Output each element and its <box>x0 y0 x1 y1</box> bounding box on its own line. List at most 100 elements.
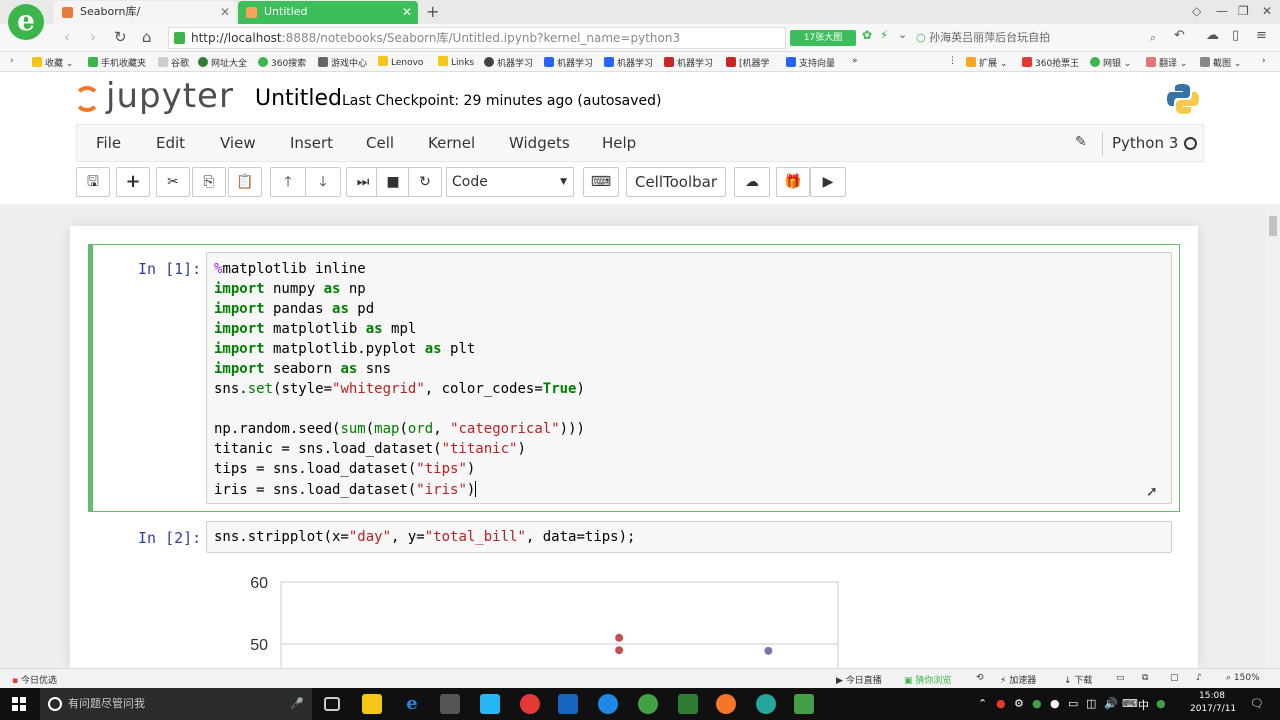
phone-icon[interactable]: ▯ <box>1232 28 1239 43</box>
search-icon[interactable]: ⌕ <box>1150 28 1156 48</box>
interrupt-kernel-button[interactable]: ■ <box>376 167 410 197</box>
store-icon[interactable] <box>440 694 460 714</box>
bookmark-item[interactable]: 收藏 ⌄ <box>32 56 73 69</box>
move-cell-up-button[interactable]: 🡑 <box>270 167 306 197</box>
notifications-icon[interactable]: 🗨 <box>1250 697 1264 710</box>
bookmarks-menu-icon[interactable]: ⋮ <box>948 56 957 66</box>
system-clock[interactable]: 15:08 2017/7/11 <box>1190 690 1236 716</box>
bookmarks-more-icon[interactable]: » <box>852 56 858 66</box>
gift-button[interactable]: 🎁 <box>776 167 810 197</box>
cut-cells-button[interactable]: ✂ <box>156 167 190 197</box>
tray-app-icon[interactable]: ⚙ <box>1014 697 1024 710</box>
close-tab-icon[interactable]: ✕ <box>402 1 412 23</box>
new-tab-icon[interactable]: + <box>426 2 439 21</box>
back-icon[interactable]: ‹ <box>64 28 70 46</box>
insert-cell-below-button[interactable]: + <box>116 167 150 197</box>
bookmark-item[interactable]: 机器学习 <box>484 56 533 69</box>
scrollbar-thumb[interactable] <box>1269 216 1277 236</box>
toolbar-item[interactable]: 截图 ⌄ <box>1200 56 1241 69</box>
maximize-icon[interactable]: ❐ <box>1238 4 1249 18</box>
toolbar-item[interactable]: 扩展 ⌄ <box>966 56 1007 69</box>
page-scrollbar[interactable] <box>1266 204 1280 668</box>
mail-icon[interactable] <box>558 694 578 714</box>
sound-icon[interactable]: ♪ <box>1196 673 1202 683</box>
dropdown-icon[interactable]: ⌄ <box>898 28 907 41</box>
bookmark-item[interactable]: 机器学习 <box>664 56 713 69</box>
keyboard-icon[interactable]: ⌨ <box>1122 697 1138 710</box>
jupyter-icon[interactable] <box>716 694 736 714</box>
refresh-green-icon[interactable]: ✿ <box>862 28 872 42</box>
kernel-name[interactable]: Python 3 <box>1112 134 1178 152</box>
battery-icon[interactable]: ▭ <box>1068 697 1078 710</box>
lightning-icon[interactable]: ⚡ <box>880 28 888 42</box>
paste-cells-button[interactable]: 📋 <box>228 167 262 197</box>
status-item[interactable]: ▣ 猜你浏览 <box>904 673 951 686</box>
close-window-icon[interactable]: ✕ <box>1262 4 1272 18</box>
camtasia-icon[interactable] <box>794 694 814 714</box>
minimize-icon[interactable]: — <box>1216 4 1228 18</box>
menu-cell[interactable]: Cell <box>366 134 394 152</box>
menu-widgets[interactable]: Widgets <box>509 134 570 152</box>
app-icon[interactable] <box>480 694 500 714</box>
restart-kernel-button[interactable]: ↻ <box>408 167 442 197</box>
360-browser-icon[interactable] <box>638 694 658 714</box>
tray-up-icon[interactable]: ⌃ <box>978 697 987 710</box>
bookmark-item[interactable]: 360搜索 <box>258 56 306 69</box>
menu-icon[interactable]: ≡ <box>1256 28 1267 43</box>
cloud-icon[interactable]: ☁ <box>1206 28 1219 43</box>
edge-icon[interactable]: e <box>402 694 422 714</box>
toolbar-item[interactable]: 翻译 ⌄ <box>1146 56 1187 69</box>
menu-help[interactable]: Help <box>602 134 636 152</box>
youtube-button[interactable]: ▶ <box>810 167 846 197</box>
menu-view[interactable]: View <box>220 134 256 152</box>
bookmark-item[interactable]: [机器学 <box>726 56 770 69</box>
tray-app-icon[interactable]: ● <box>996 697 1006 710</box>
status-item[interactable]: ⚡ 加速器 <box>1000 673 1036 686</box>
app-icon[interactable] <box>756 694 776 714</box>
tray-app-icon[interactable]: ● <box>1050 697 1060 710</box>
upload-button[interactable]: ☁ <box>734 167 770 197</box>
menu-edit[interactable]: Edit <box>156 134 185 152</box>
restore-icon[interactable]: ⧉ <box>1142 673 1148 683</box>
status-item[interactable]: ▶ 今日直播 <box>836 673 882 686</box>
cell-type-select[interactable]: Code ▼ <box>446 167 574 197</box>
run-cell-button[interactable]: ⏭ <box>346 167 380 197</box>
window-icon[interactable]: ▢ <box>1170 673 1179 683</box>
browser-tab-untitled[interactable]: Untitled ✕ <box>238 1 418 24</box>
copy-cells-button[interactable]: ⎘ <box>192 167 226 197</box>
close-tab-icon[interactable]: ✕ <box>220 1 230 23</box>
celltoolbar-button[interactable]: CellToolbar <box>626 167 726 197</box>
status-item[interactable]: ↓ 下载 <box>1064 673 1092 686</box>
chrome-icon[interactable] <box>520 694 540 714</box>
file-explorer-icon[interactable] <box>362 694 382 714</box>
toolbar-item[interactable]: 360抢票王 <box>1022 56 1079 69</box>
cortana-search[interactable]: 有问题尽管问我 🎤 <box>40 688 312 720</box>
bookmark-item[interactable]: 手机收藏夹 <box>88 56 146 69</box>
volume-icon[interactable]: 🔊 <box>1104 697 1118 710</box>
save-button[interactable]: 🖫 <box>76 167 110 197</box>
notebook-title[interactable]: Untitled <box>255 86 342 111</box>
refresh-icon[interactable]: ↻ <box>114 28 127 46</box>
toolbar-more-icon[interactable]: › <box>1262 56 1266 66</box>
browser-logo-icon[interactable]: e <box>8 4 44 40</box>
bookmark-item[interactable]: Lenovo <box>378 56 423 68</box>
undo-icon[interactable]: ↶ <box>1174 28 1185 43</box>
bookmark-item[interactable]: 游戏中心 <box>318 56 367 69</box>
toolbar-item[interactable]: 网银 ⌄ <box>1090 56 1131 69</box>
network-icon[interactable]: ◫ <box>1086 697 1096 710</box>
command-palette-button[interactable]: ⌨ <box>583 167 619 197</box>
menu-kernel[interactable]: Kernel <box>428 134 475 152</box>
bookmark-item[interactable]: 网址大全 <box>198 56 247 69</box>
bookmark-item[interactable]: 机器学习 <box>544 56 593 69</box>
layout-icon[interactable]: ▭ <box>1116 673 1125 683</box>
bookmark-item[interactable]: Links <box>438 56 474 68</box>
windows-start-icon[interactable] <box>12 697 26 711</box>
browser-search-box[interactable]: ○ 孙海英吕丽萍后台玩自拍 ⌕ <box>916 28 1160 48</box>
ime-indicator[interactable]: 中 <box>1138 697 1149 713</box>
pycharm-icon[interactable] <box>678 694 698 714</box>
skin-icon[interactable]: ◇ <box>1192 4 1201 18</box>
code-editor[interactable]: %matplotlib inline import numpy as np im… <box>206 252 1172 504</box>
microphone-icon[interactable]: 🎤 <box>290 688 304 720</box>
forward-icon[interactable]: › <box>90 28 96 46</box>
menu-file[interactable]: File <box>96 134 121 152</box>
